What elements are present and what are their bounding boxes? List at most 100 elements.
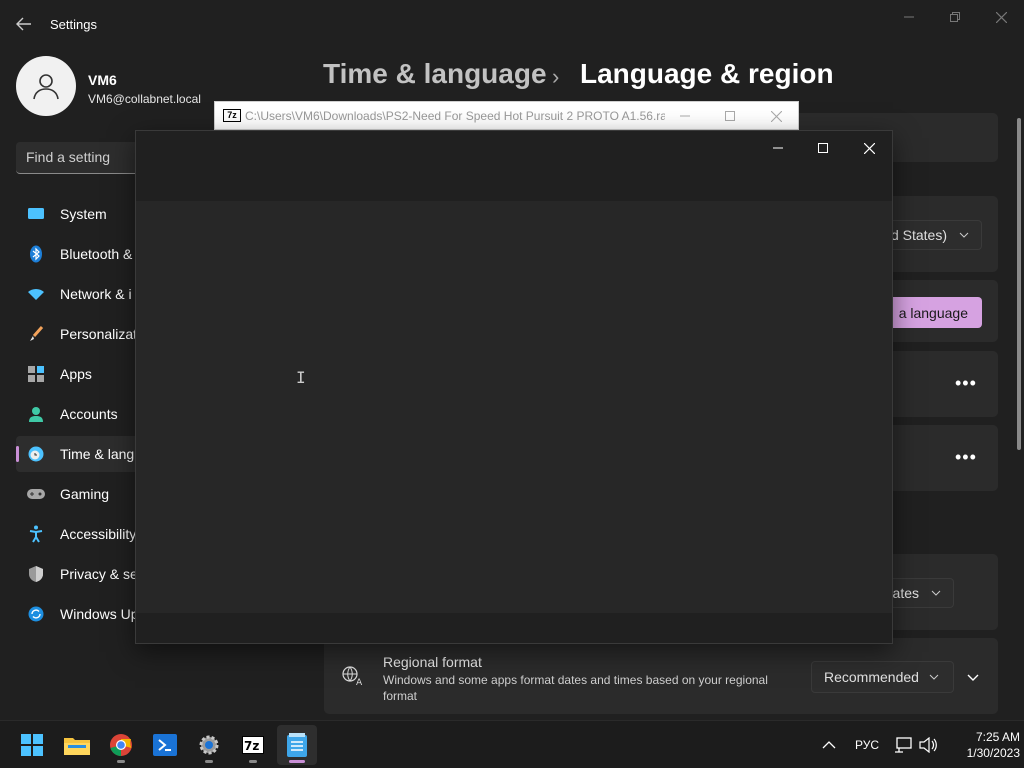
taskbar-chrome[interactable] <box>101 725 141 765</box>
sidebar-item-label: Accounts <box>60 406 118 422</box>
shield-icon <box>27 565 45 583</box>
chevron-down-icon <box>929 674 939 680</box>
more-options-button[interactable]: ••• <box>955 447 977 468</box>
person-icon <box>27 405 45 423</box>
app-title: Settings <box>50 17 97 32</box>
dialog-minimize-button[interactable] <box>755 135 801 161</box>
sidebar-item-label: System <box>60 206 107 222</box>
taskbar-settings[interactable] <box>189 725 229 765</box>
taskbar-7zip[interactable]: 7z <box>233 725 273 765</box>
running-indicator <box>249 760 257 763</box>
taskbar-clock[interactable]: 7:25 AM 1/30/2023 <box>940 729 1020 761</box>
7zip-close-button[interactable] <box>758 106 794 126</box>
remote-desktop-icon <box>153 734 177 756</box>
regional-format-icon: A <box>342 666 364 691</box>
regional-format-value: Recommended <box>824 669 919 685</box>
apps-icon <box>27 365 45 383</box>
taskbar-notepad[interactable] <box>277 725 317 765</box>
start-button[interactable] <box>12 725 52 765</box>
running-indicator <box>205 760 213 763</box>
country-value: ates <box>892 585 919 601</box>
text-cursor-icon: I <box>296 368 306 387</box>
sidebar-item-label: Apps <box>60 366 92 382</box>
maximize-icon <box>725 111 735 121</box>
close-button[interactable] <box>978 6 1024 28</box>
clock-globe-icon <box>27 445 45 463</box>
monitor-icon <box>27 205 45 223</box>
display-language-value: d States) <box>890 227 947 243</box>
close-icon <box>863 142 875 154</box>
scrollbar[interactable] <box>1017 118 1021 450</box>
7zip-icon: 7z <box>223 109 241 122</box>
sidebar-item-label: Privacy & se <box>60 566 138 582</box>
7zip-icon: 7z <box>242 736 264 754</box>
sidebar-item-label: Bluetooth & <box>60 246 133 262</box>
7zip-window-titlebar[interactable]: 7z C:\Users\VM6\Downloads\PS2-Need For S… <box>214 101 799 130</box>
update-icon <box>27 605 45 623</box>
sidebar-item-label: Time & lang <box>60 446 135 462</box>
avatar <box>16 56 76 116</box>
chrome-icon <box>110 734 132 756</box>
chevron-down-icon <box>959 232 969 238</box>
expand-button[interactable] <box>966 670 980 688</box>
7zip-maximize-button[interactable] <box>712 106 748 126</box>
person-icon <box>33 74 59 100</box>
page-title: Language & region <box>580 58 834 89</box>
chevron-down-icon <box>931 590 941 596</box>
maximize-icon <box>818 143 828 153</box>
language-indicator[interactable]: РУС <box>855 721 879 768</box>
7zip-minimize-button[interactable] <box>667 106 703 126</box>
breadcrumb-separator: › <box>552 64 560 89</box>
minimize-icon <box>904 16 914 18</box>
volume-button[interactable] <box>919 721 937 768</box>
taskbar: 7z РУС 7:25 AM 1/30/2023 <box>0 720 1024 768</box>
minimize-button[interactable] <box>886 6 932 28</box>
title-bar: Settings <box>0 0 1024 48</box>
regional-format-dropdown[interactable]: Recommended <box>811 661 954 693</box>
bluetooth-icon <box>27 245 45 263</box>
speaker-icon <box>919 737 937 753</box>
network-status-icon[interactable] <box>894 721 912 768</box>
sidebar-item-label: Personalizati <box>60 326 141 342</box>
dialog-content-area[interactable] <box>136 201 892 613</box>
user-email: VM6@collabnet.local <box>88 92 201 106</box>
running-indicator <box>289 760 305 763</box>
dialog-close-button[interactable] <box>846 135 892 161</box>
network-icon <box>895 737 912 753</box>
settings-gear-icon <box>199 735 219 755</box>
chevron-down-icon <box>967 674 979 681</box>
back-button[interactable] <box>10 12 38 36</box>
show-hidden-icons-button[interactable] <box>822 721 836 768</box>
empty-dialog-window[interactable] <box>135 130 893 644</box>
7zip-window-path: C:\Users\VM6\Downloads\PS2-Need For Spee… <box>245 109 665 123</box>
regional-format-description: Windows and some apps format dates and t… <box>383 673 768 703</box>
dialog-maximize-button[interactable] <box>800 135 846 161</box>
accessibility-icon <box>27 525 45 543</box>
sidebar-item-label: Gaming <box>60 486 110 502</box>
regional-format-title: Regional format <box>383 654 482 670</box>
sidebar-item-label: Accessibility <box>60 526 137 542</box>
minimize-icon <box>680 115 690 117</box>
file-explorer-icon <box>64 738 90 755</box>
taskbar-remote-desktop[interactable] <box>145 725 185 765</box>
minimize-icon <box>773 147 783 149</box>
wifi-icon <box>27 285 45 303</box>
sidebar-item-label: Windows Up <box>60 606 139 622</box>
svg-text:7z: 7z <box>244 739 259 753</box>
taskbar-file-explorer[interactable] <box>57 725 97 765</box>
user-name: VM6 <box>88 72 117 88</box>
windows-start-icon <box>21 734 43 756</box>
arrow-left-icon <box>16 17 31 31</box>
gamepad-icon <box>27 485 45 503</box>
chevron-up-icon <box>822 741 836 749</box>
sidebar-item-label: Network & i <box>60 286 132 302</box>
restore-button[interactable] <box>932 6 978 28</box>
restore-icon <box>950 12 960 22</box>
svg-text:A: A <box>356 678 363 686</box>
clock-time: 7:25 AM <box>975 730 1020 744</box>
close-icon <box>770 110 782 122</box>
breadcrumb-parent[interactable]: Time & language <box>323 58 547 90</box>
running-indicator <box>117 760 125 763</box>
close-icon <box>995 11 1007 23</box>
more-options-button[interactable]: ••• <box>955 373 977 394</box>
